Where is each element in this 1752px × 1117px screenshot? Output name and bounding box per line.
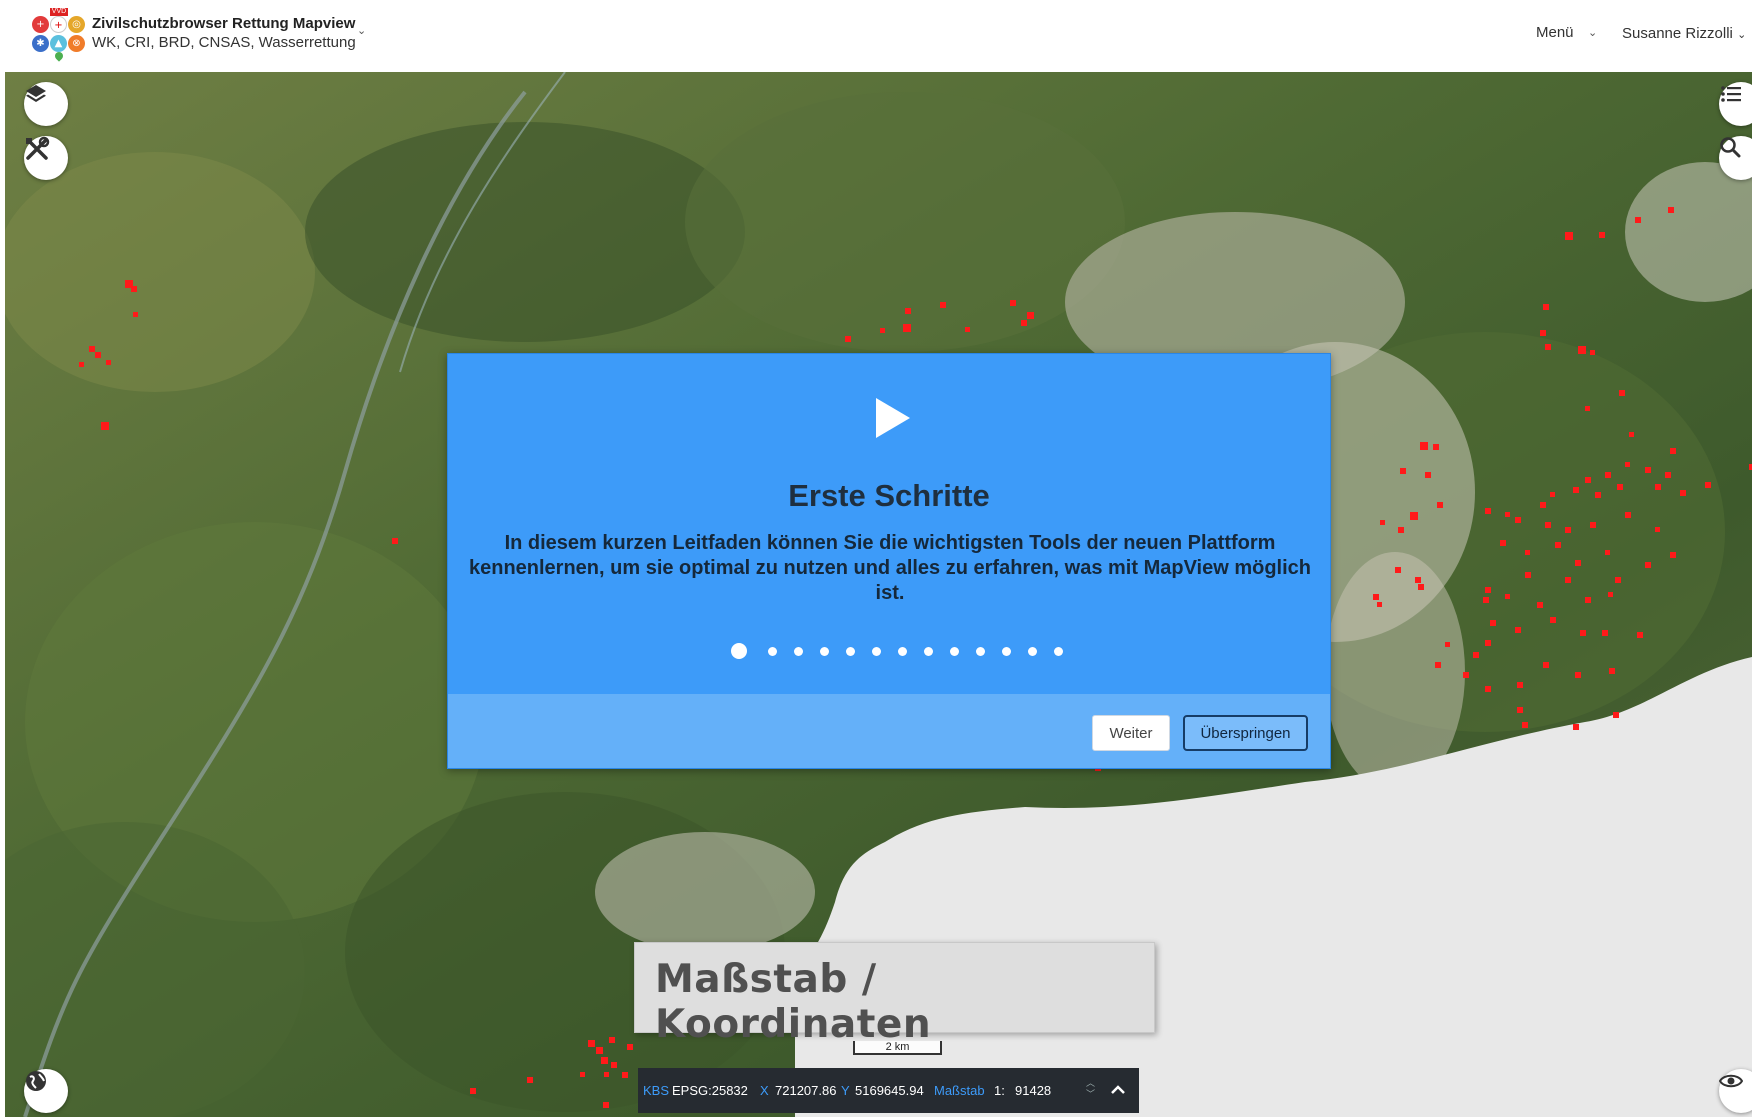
app-logo: + + ◎ ✱ ▲ ⊗ VVD <box>32 8 88 62</box>
coordinate-bar: KBS EPSG:25832 X 721207.86 Y 5169645.94 … <box>638 1068 1139 1113</box>
logo-badge: VVD <box>50 8 68 16</box>
step-dot[interactable] <box>898 647 907 656</box>
step-dot[interactable] <box>731 643 747 659</box>
search-icon <box>1720 137 1741 158</box>
y-value: 5169645.94 <box>855 1083 924 1098</box>
step-dot[interactable] <box>924 647 933 656</box>
user-name: Susanne Rizzolli <box>1622 25 1733 42</box>
scale-label: Maßstab <box>934 1083 985 1098</box>
list-icon <box>1721 86 1741 102</box>
menu-button[interactable]: Menü <box>1536 24 1574 41</box>
step-dot[interactable] <box>846 647 855 656</box>
mountain-logo-icon: ▲ <box>50 35 67 52</box>
dialog-title: Erste Schritte <box>788 478 990 513</box>
star-logo-icon: ✱ <box>32 35 49 52</box>
step-dot[interactable] <box>1028 647 1037 656</box>
map-pin-logo-icon <box>53 50 65 62</box>
layers-icon <box>26 85 46 102</box>
callout-text: Maßstab / Koordinaten <box>655 957 932 1047</box>
step-dot[interactable] <box>976 647 985 656</box>
app-header: + + ◎ ✱ ▲ ⊗ VVD Zivilschutzbrowser Rettu… <box>0 0 1752 72</box>
step-dot[interactable] <box>820 647 829 656</box>
app-title[interactable]: Zivilschutzbrowser Rettung Mapview <box>92 15 355 32</box>
tools-button[interactable] <box>24 136 68 180</box>
step-dot[interactable] <box>1002 647 1011 656</box>
app-subtitle: WK, CRI, BRD, CNSAS, Wasserrettung <box>92 34 356 51</box>
step-dot[interactable] <box>1054 647 1063 656</box>
globe-icon <box>26 1071 46 1091</box>
step-dot[interactable] <box>872 647 881 656</box>
x-label: X <box>760 1083 769 1098</box>
globe-button[interactable] <box>24 1069 68 1113</box>
emblem-logo-icon: ◎ <box>68 16 85 33</box>
step-dot[interactable] <box>950 647 959 656</box>
chevron-up-icon[interactable]: ︿ <box>1086 1078 1095 1089</box>
skip-button[interactable]: Überspringen <box>1183 715 1308 751</box>
tour-callout: Maßstab / Koordinaten <box>634 942 1155 1047</box>
eye-icon <box>1719 1074 1743 1088</box>
chevron-down-icon[interactable]: ⌄ <box>1588 26 1597 39</box>
scale-value[interactable]: 91428 <box>1015 1083 1051 1098</box>
user-menu-button[interactable]: Susanne Rizzolli ⌄ <box>1622 25 1746 42</box>
cross-logo-icon: + <box>50 16 67 33</box>
scale-stepper[interactable]: ︿ ﹀ <box>1086 1078 1095 1100</box>
y-label: Y <box>841 1083 850 1098</box>
chevron-down-icon: ⌄ <box>1737 29 1747 41</box>
expand-chevron-icon[interactable] <box>1110 1078 1126 1102</box>
onboarding-dialog: Erste Schritte In diesem kurzen Leitfade… <box>447 353 1331 769</box>
step-dot[interactable] <box>768 647 777 656</box>
play-icon <box>876 398 910 438</box>
red-cross-logo-icon: + <box>32 16 49 33</box>
next-button[interactable]: Weiter <box>1092 715 1170 751</box>
rescue-logo-icon: ⊗ <box>68 35 85 52</box>
scale-prefix: 1: <box>994 1083 1005 1098</box>
chevron-down-icon[interactable]: ﹀ <box>1086 1089 1095 1100</box>
crs-label: KBS <box>643 1083 670 1098</box>
tools-icon <box>26 136 50 160</box>
step-dot[interactable] <box>794 647 803 656</box>
chevron-down-icon[interactable]: ⌄ <box>357 24 366 37</box>
dialog-text: In diesem kurzen Leitfaden können Sie di… <box>468 532 1312 604</box>
step-indicator <box>448 642 1330 662</box>
x-value: 721207.86 <box>775 1083 837 1098</box>
crs-value[interactable]: EPSG:25832 <box>672 1083 748 1098</box>
layers-button[interactable] <box>24 82 68 126</box>
